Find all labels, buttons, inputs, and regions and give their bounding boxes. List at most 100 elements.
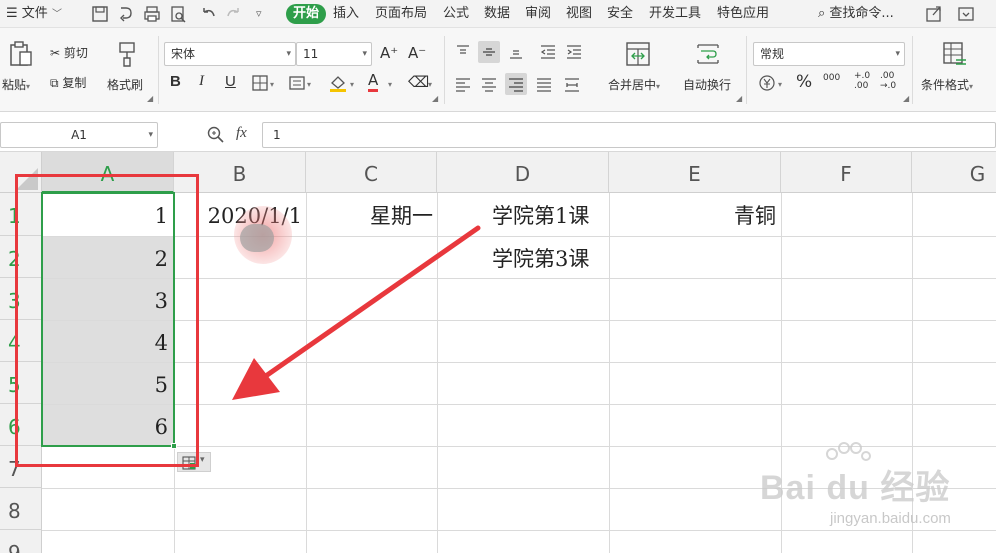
quick-access-more-icon[interactable]: ▿ [256, 4, 262, 24]
command-search[interactable]: ⌕ 查找命令... [818, 4, 894, 24]
ribbon-divider [746, 36, 747, 104]
tab-view[interactable]: 视图 [566, 4, 592, 24]
row-header-8[interactable]: 8 [0, 488, 42, 530]
increase-indent-icon[interactable] [563, 41, 585, 63]
save-icon[interactable] [90, 4, 110, 24]
spreadsheet-grid: A B C D E F G 1 2 3 4 5 6 7 8 9 1 2 3 4 … [0, 152, 996, 553]
column-header-f[interactable]: F [781, 152, 912, 193]
conditional-format-icon[interactable] [940, 40, 968, 68]
fill-style-icon[interactable] [288, 74, 306, 92]
chevron-down-icon: ▾ [286, 49, 291, 59]
merge-center-button[interactable]: 合并居中▾ [608, 76, 660, 93]
paste-button[interactable]: 粘贴▾ [2, 76, 30, 93]
ribbon-toolbar: 粘贴▾ ✂ 剪切 ⧉ 复制 格式刷 ◢ 宋体 ▾ 11 ▾ A⁺ A⁻ B I [0, 28, 996, 112]
fill-style-dropdown-icon[interactable]: ▾ [307, 80, 311, 89]
paste-icon[interactable] [8, 40, 34, 68]
cut-button[interactable]: ✂ 剪切 [50, 44, 88, 61]
italic-button[interactable]: I [199, 73, 204, 90]
copy-label: 复制 [62, 76, 87, 90]
ribbon-divider [158, 36, 159, 104]
undo-icon[interactable] [198, 4, 218, 24]
tab-page-layout[interactable]: 页面布局 [375, 4, 427, 24]
decrease-font-button[interactable]: A⁻ [408, 44, 426, 62]
cell-d2[interactable]: 学院第3课 [492, 236, 608, 278]
tab-home[interactable]: 开始 [286, 4, 327, 24]
watermark-url: jingyan.baidu.com [830, 510, 951, 527]
dialog-launcher-icon[interactable]: ◢ [432, 94, 438, 103]
justify-icon[interactable] [533, 73, 555, 95]
tab-security[interactable]: 安全 [607, 4, 633, 24]
align-top-icon[interactable] [452, 41, 474, 63]
font-color-button[interactable]: A [368, 71, 379, 92]
fill-color-icon[interactable] [328, 73, 348, 93]
align-right-icon[interactable] [505, 73, 527, 95]
dialog-launcher-icon[interactable]: ◢ [903, 94, 909, 103]
align-middle-icon[interactable] [478, 41, 500, 63]
font-size-select[interactable]: 11 ▾ [296, 42, 372, 66]
number-format-value: 常规 [760, 47, 785, 61]
command-search-label: 查找命令... [829, 6, 894, 21]
currency-dropdown-icon[interactable]: ▾ [778, 80, 782, 89]
thousands-separator-button[interactable]: 000 [823, 73, 840, 83]
font-color-dropdown-icon[interactable]: ▾ [388, 80, 392, 89]
percent-button[interactable]: % [796, 72, 812, 92]
dropdown-arrow-icon: ▾ [656, 82, 661, 91]
format-painter-icon[interactable] [116, 40, 138, 68]
wrap-text-button[interactable]: 自动换行 [683, 76, 731, 93]
copy-button[interactable]: ⧉ 复制 [50, 74, 86, 91]
column-header-c[interactable]: C [306, 152, 437, 193]
align-left-icon[interactable] [452, 73, 474, 95]
tab-insert[interactable]: 插入 [333, 4, 359, 24]
row-header-9[interactable]: 9 [0, 530, 42, 553]
formula-bar: A1 ▾ fx 1 [0, 118, 996, 152]
share-icon[interactable] [924, 4, 944, 24]
tab-formulas[interactable]: 公式 [443, 4, 469, 24]
gridline [609, 193, 610, 553]
cell-d1[interactable]: 学院第1课 [492, 193, 608, 235]
fill-color-dropdown-icon[interactable]: ▾ [350, 80, 354, 89]
insert-function-button[interactable]: fx [236, 125, 247, 142]
print-preview-icon[interactable] [168, 4, 188, 24]
column-header-g[interactable]: G [912, 152, 996, 193]
align-center-icon[interactable] [478, 73, 500, 95]
tab-developer[interactable]: 开发工具 [649, 4, 701, 24]
underline-button[interactable]: U [225, 73, 236, 90]
collapse-ribbon-icon[interactable] [956, 4, 976, 24]
clear-dropdown-icon[interactable]: ▾ [428, 80, 432, 89]
decrease-decimal-button[interactable]: .00 →.0 [880, 71, 896, 91]
eraser-icon[interactable]: ⌫ [408, 73, 429, 91]
dialog-launcher-icon[interactable]: ◢ [147, 94, 153, 103]
column-header-e[interactable]: E [609, 152, 781, 193]
redo-icon[interactable] [224, 4, 244, 24]
increase-decimal-button[interactable]: +.0 .00 [854, 71, 870, 91]
distributed-align-icon[interactable] [561, 73, 583, 95]
zoom-icon[interactable] [206, 125, 226, 145]
file-menu-label: 文件 [21, 6, 48, 21]
merge-center-icon[interactable] [624, 40, 652, 68]
name-box[interactable]: A1 ▾ [0, 122, 158, 148]
tab-review[interactable]: 审阅 [525, 4, 551, 24]
column-header-d[interactable]: D [437, 152, 609, 193]
dropdown-arrow-icon: ▾ [969, 82, 974, 91]
wrap-text-icon[interactable] [694, 40, 722, 68]
bold-button[interactable]: B [170, 73, 181, 90]
borders-dropdown-icon[interactable]: ▾ [270, 80, 274, 89]
tab-data[interactable]: 数据 [484, 4, 510, 24]
increase-font-button[interactable]: A⁺ [380, 44, 398, 62]
output-icon[interactable] [116, 4, 136, 24]
format-painter-button[interactable]: 格式刷 [107, 76, 143, 93]
cell-e1[interactable]: 青铜 [609, 193, 776, 235]
formula-input[interactable]: 1 [262, 122, 996, 148]
font-name-select[interactable]: 宋体 ▾ [164, 42, 296, 66]
borders-icon[interactable] [251, 74, 269, 92]
print-icon[interactable] [142, 4, 162, 24]
conditional-format-button[interactable]: 条件格式▾ [921, 76, 973, 93]
number-format-select[interactable]: 常规 ▾ [753, 42, 905, 66]
hamburger-icon: ☰ [6, 6, 18, 21]
tab-special[interactable]: 特色应用 [717, 4, 769, 24]
file-menu[interactable]: ☰ 文件 ﹀ [6, 4, 62, 24]
align-bottom-icon[interactable] [505, 41, 527, 63]
dialog-launcher-icon[interactable]: ◢ [736, 94, 742, 103]
decrease-indent-icon[interactable] [537, 41, 559, 63]
currency-icon[interactable] [758, 74, 776, 92]
